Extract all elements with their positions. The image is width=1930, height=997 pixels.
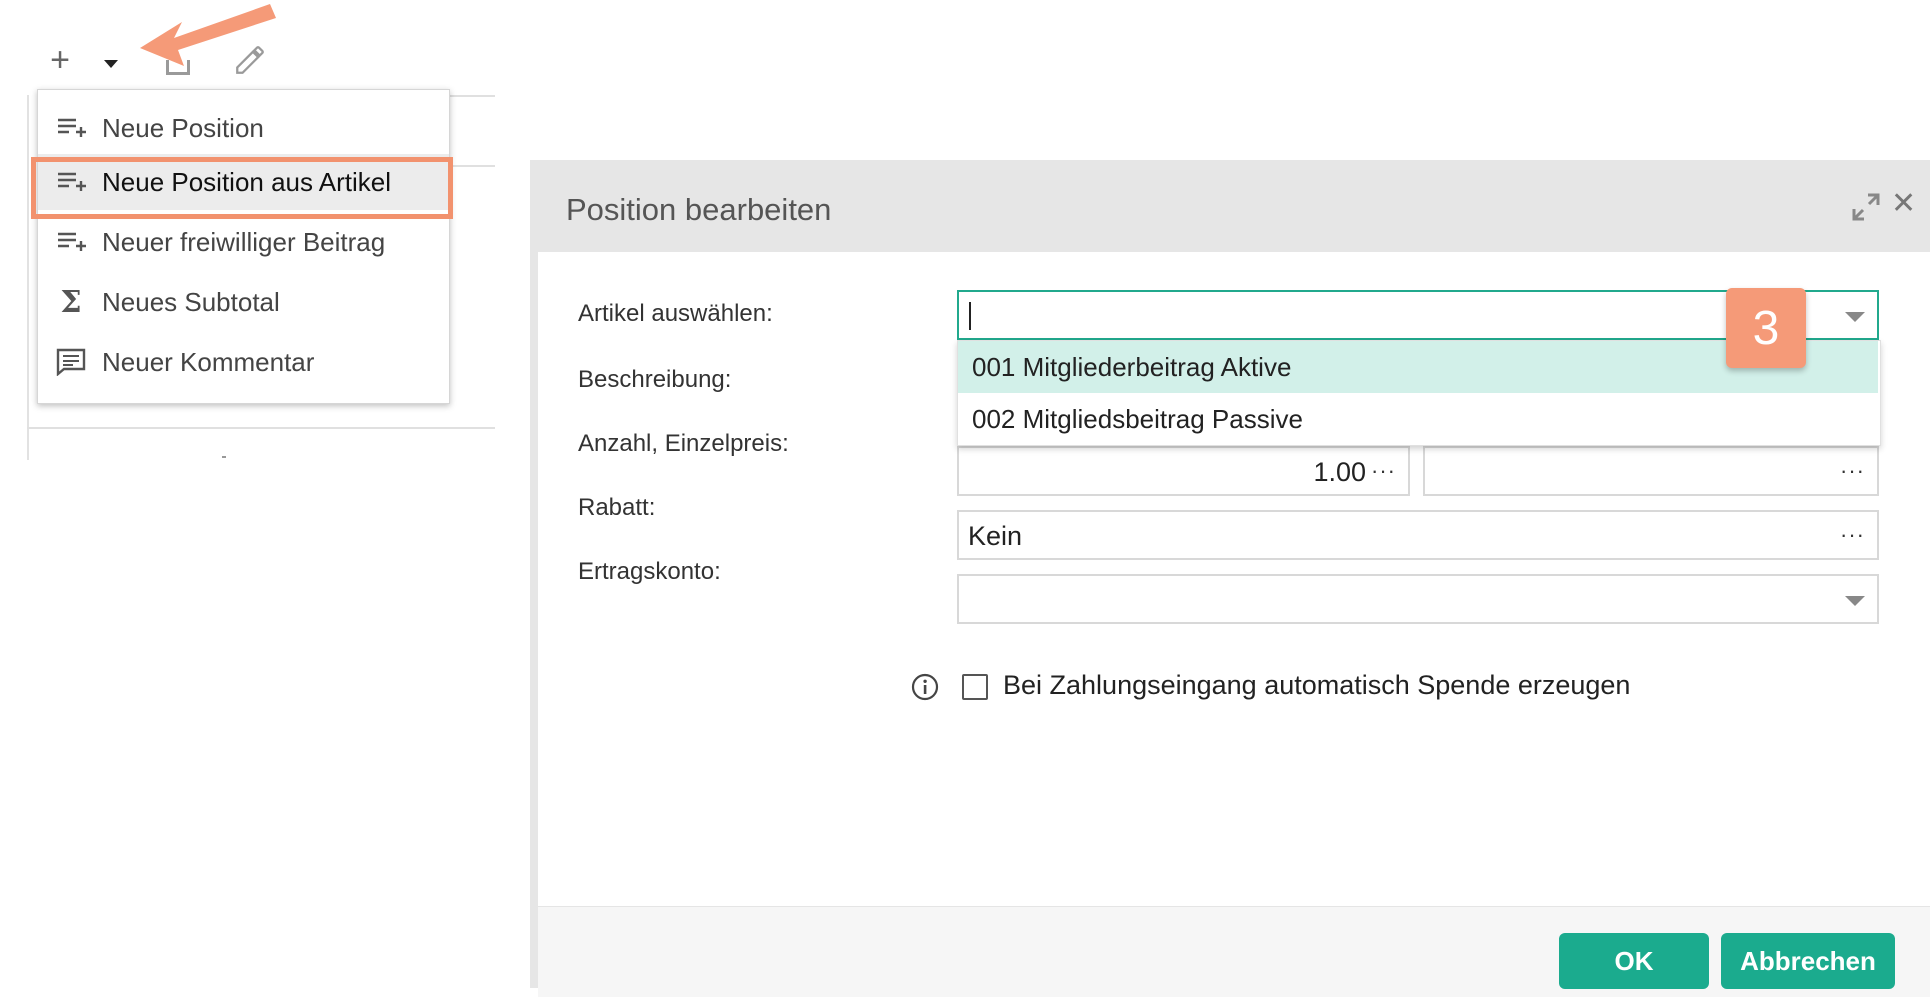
ok-button[interactable]: OK bbox=[1559, 933, 1709, 989]
rabatt-value: Kein bbox=[968, 521, 1023, 551]
grid-line bbox=[27, 427, 495, 429]
menu-item-new-comment[interactable]: Neuer Kommentar bbox=[38, 334, 449, 390]
list-add-icon bbox=[54, 116, 88, 140]
caret-down-icon[interactable] bbox=[1845, 312, 1865, 322]
more-icon[interactable]: ··· bbox=[1371, 458, 1396, 484]
grid-mark bbox=[222, 456, 226, 458]
label-ertragskonto: Ertragskonto: bbox=[578, 558, 721, 585]
expand-icon[interactable] bbox=[1851, 192, 1883, 224]
label-beschreibung: Beschreibung: bbox=[578, 366, 732, 393]
edit-position-dialog: Position bearbeiten ✕ Artikel auswählen:… bbox=[530, 160, 1930, 997]
menu-item-new-voluntary-contribution[interactable]: Neuer freiwilliger Beitrag bbox=[38, 214, 449, 270]
sigma-icon: Σ bbox=[60, 284, 82, 320]
label-rabatt: Rabatt: bbox=[578, 494, 656, 521]
einzelpreis-field[interactable]: ··· bbox=[1423, 446, 1879, 496]
grid-line bbox=[448, 165, 495, 167]
menu-item-label: Neues Subtotal bbox=[102, 286, 280, 317]
menu-item-new-position[interactable]: Neue Position bbox=[38, 100, 449, 156]
grid-border bbox=[27, 95, 29, 460]
menu-item-new-subtotal[interactable]: Σ Neues Subtotal bbox=[38, 274, 449, 330]
rabatt-field[interactable]: Kein ··· bbox=[957, 510, 1879, 560]
step-badge: 3 bbox=[1726, 288, 1806, 368]
label-artikel: Artikel auswählen: bbox=[578, 300, 773, 327]
menu-item-label: Neue Position aus Artikel bbox=[102, 166, 392, 197]
dialog-footer: OK Abbrechen bbox=[538, 906, 1930, 997]
close-icon[interactable]: ✕ bbox=[1891, 186, 1916, 221]
info-icon[interactable] bbox=[911, 673, 939, 701]
list-add-icon bbox=[54, 230, 88, 254]
caret-down-icon[interactable] bbox=[1845, 596, 1865, 606]
menu-item-label: Neuer freiwilliger Beitrag bbox=[102, 226, 386, 257]
dialog-body: Artikel auswählen: Beschreibung: Anzahl,… bbox=[538, 252, 1930, 906]
add-position-menu: Neue Position Neue Position aus Artikel … bbox=[37, 89, 450, 404]
cancel-button[interactable]: Abbrechen bbox=[1721, 933, 1895, 989]
artikel-option[interactable]: 002 Mitgliedsbeitrag Passive bbox=[958, 393, 1878, 445]
menu-item-label: Neuer Kommentar bbox=[102, 346, 315, 377]
dialog-header: Position bearbeiten ✕ bbox=[538, 168, 1930, 252]
text-cursor bbox=[969, 302, 971, 330]
anzahl-field[interactable]: 1.00 ··· bbox=[957, 446, 1410, 496]
more-icon[interactable]: ··· bbox=[1840, 458, 1865, 484]
anzahl-value: 1.00 bbox=[1313, 457, 1366, 487]
ertragskonto-select[interactable] bbox=[957, 574, 1879, 624]
comment-icon bbox=[54, 348, 88, 376]
list-add-icon bbox=[54, 170, 88, 194]
grid-line bbox=[448, 95, 495, 97]
auto-donation-checkbox[interactable] bbox=[962, 674, 988, 700]
dialog-title: Position bearbeiten bbox=[566, 192, 832, 227]
menu-item-label: Neue Position bbox=[102, 112, 264, 143]
annotation-arrow-icon bbox=[140, 4, 276, 66]
label-anzahl-einzelpreis: Anzahl, Einzelpreis: bbox=[578, 430, 789, 457]
auto-donation-label: Bei Zahlungseingang automatisch Spende e… bbox=[1003, 670, 1631, 700]
more-icon[interactable]: ··· bbox=[1840, 522, 1865, 548]
menu-item-new-position-from-article[interactable]: Neue Position aus Artikel bbox=[38, 154, 449, 210]
plus-icon[interactable]: + bbox=[40, 40, 80, 80]
